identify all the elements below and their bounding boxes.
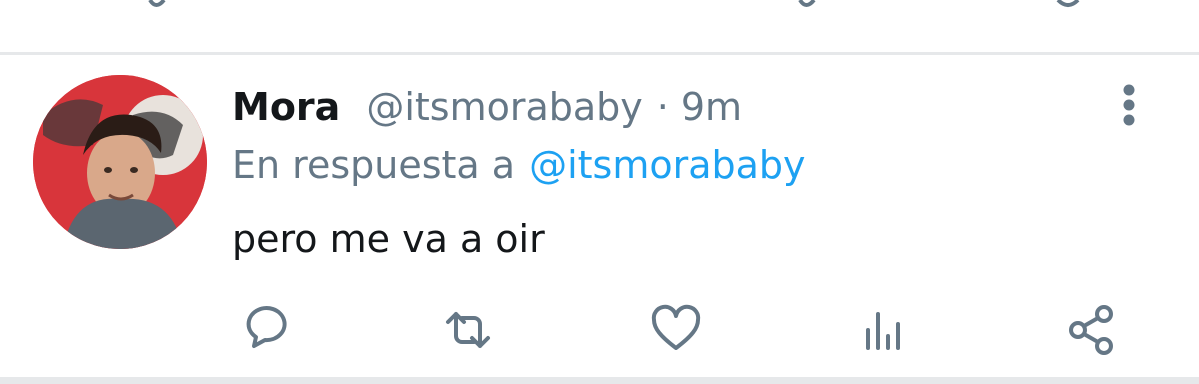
divider-top [0, 52, 1199, 55]
display-name[interactable]: Mora [232, 85, 340, 129]
reply-icon[interactable] [236, 302, 292, 358]
user-handle[interactable]: @itsmorababy [366, 85, 642, 129]
heart-icon[interactable] [648, 302, 704, 358]
share-icon[interactable] [1064, 302, 1120, 358]
timestamp[interactable]: 9m [681, 85, 742, 129]
tweet-text: pero me va a oir [232, 217, 545, 261]
cropped-text-fragments [148, 0, 1080, 7]
more-vertical-icon[interactable] [1111, 82, 1147, 128]
separator-dot: · [656, 85, 669, 129]
reply-prefix: En respuesta a [232, 143, 516, 187]
retweet-icon[interactable] [440, 302, 496, 358]
reply-context: En respuesta a @itsmorababy [232, 138, 806, 192]
avatar[interactable] [33, 75, 207, 249]
analytics-icon[interactable] [858, 302, 914, 358]
divider-bottom [0, 377, 1199, 384]
tweet-header: Mora @itsmorababy · 9m [232, 80, 742, 134]
previous-tweet-remnant [0, 0, 1199, 52]
avatar-image [33, 75, 207, 249]
reply-handle-link[interactable]: @itsmorababy [529, 143, 805, 187]
